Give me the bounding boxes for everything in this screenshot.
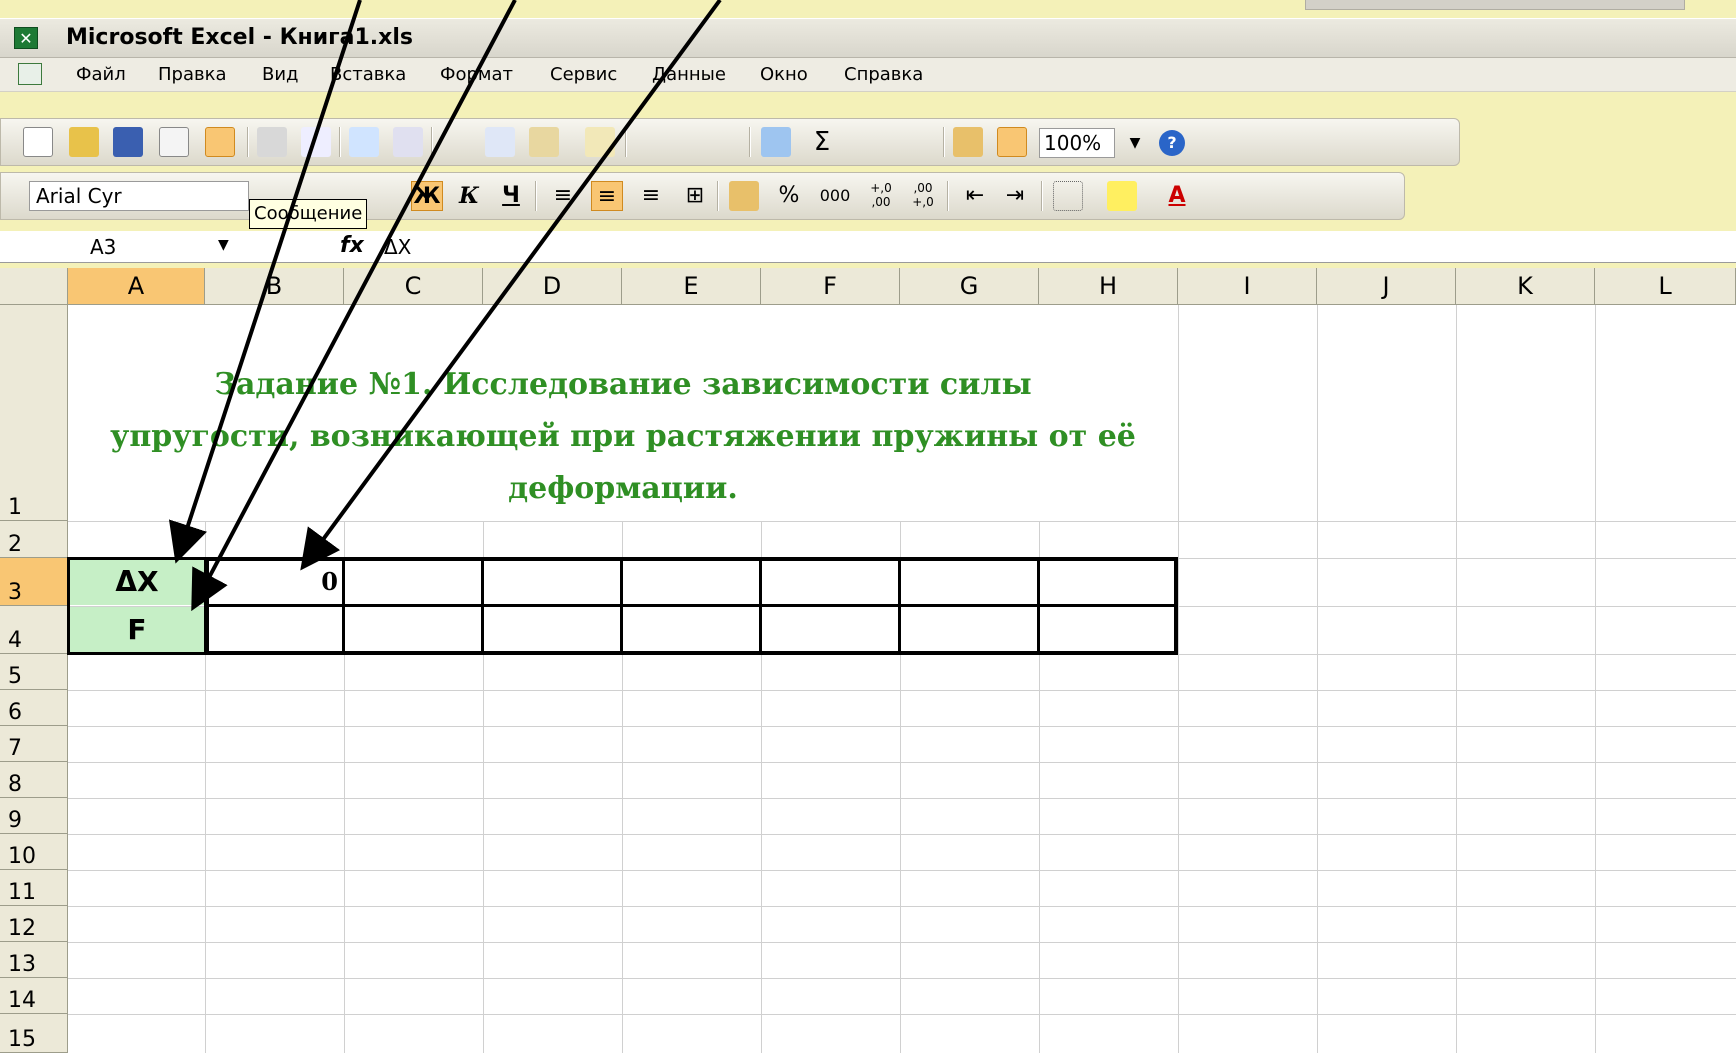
arrow-to-a4 [191, 0, 517, 612]
arrow-to-a3 [168, 0, 362, 564]
annotation-arrows [168, 0, 722, 612]
